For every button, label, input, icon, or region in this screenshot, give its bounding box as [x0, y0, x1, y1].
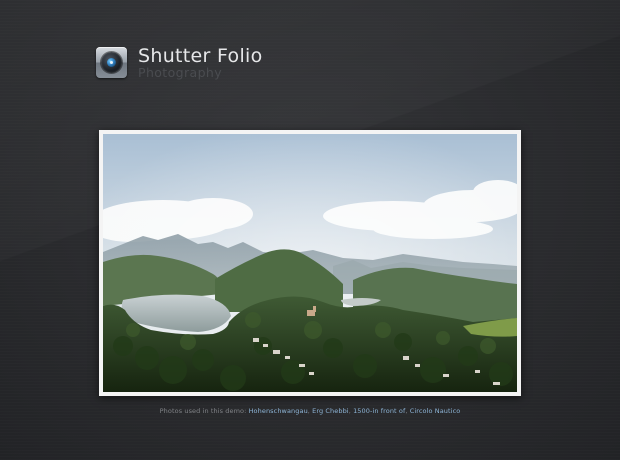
credit-link-1500-in-front-of[interactable]: 1500-in front of	[353, 407, 405, 415]
lens-outer	[101, 52, 122, 73]
credit-link-erg-chebbi[interactable]: Erg Chebbi	[312, 407, 349, 415]
site-brand[interactable]: Shutter Folio Photography	[96, 44, 263, 80]
credit-link-hohenschwangau[interactable]: Hohenschwangau	[249, 407, 308, 415]
landscape-photo[interactable]	[103, 134, 517, 392]
photo-frame	[99, 130, 521, 396]
brand-text: Shutter Folio Photography	[138, 44, 263, 80]
lens-inner	[107, 58, 116, 67]
camera-lens-icon	[96, 47, 127, 78]
photo-credits: Photos used in this demo: Hohenschwangau…	[159, 407, 461, 415]
credits-prefix: Photos used in this demo:	[159, 407, 247, 415]
credit-link-circolo-nautico[interactable]: Circolo Nautico	[410, 407, 461, 415]
site-subtitle: Photography	[138, 65, 223, 80]
lens-glint	[110, 61, 113, 64]
